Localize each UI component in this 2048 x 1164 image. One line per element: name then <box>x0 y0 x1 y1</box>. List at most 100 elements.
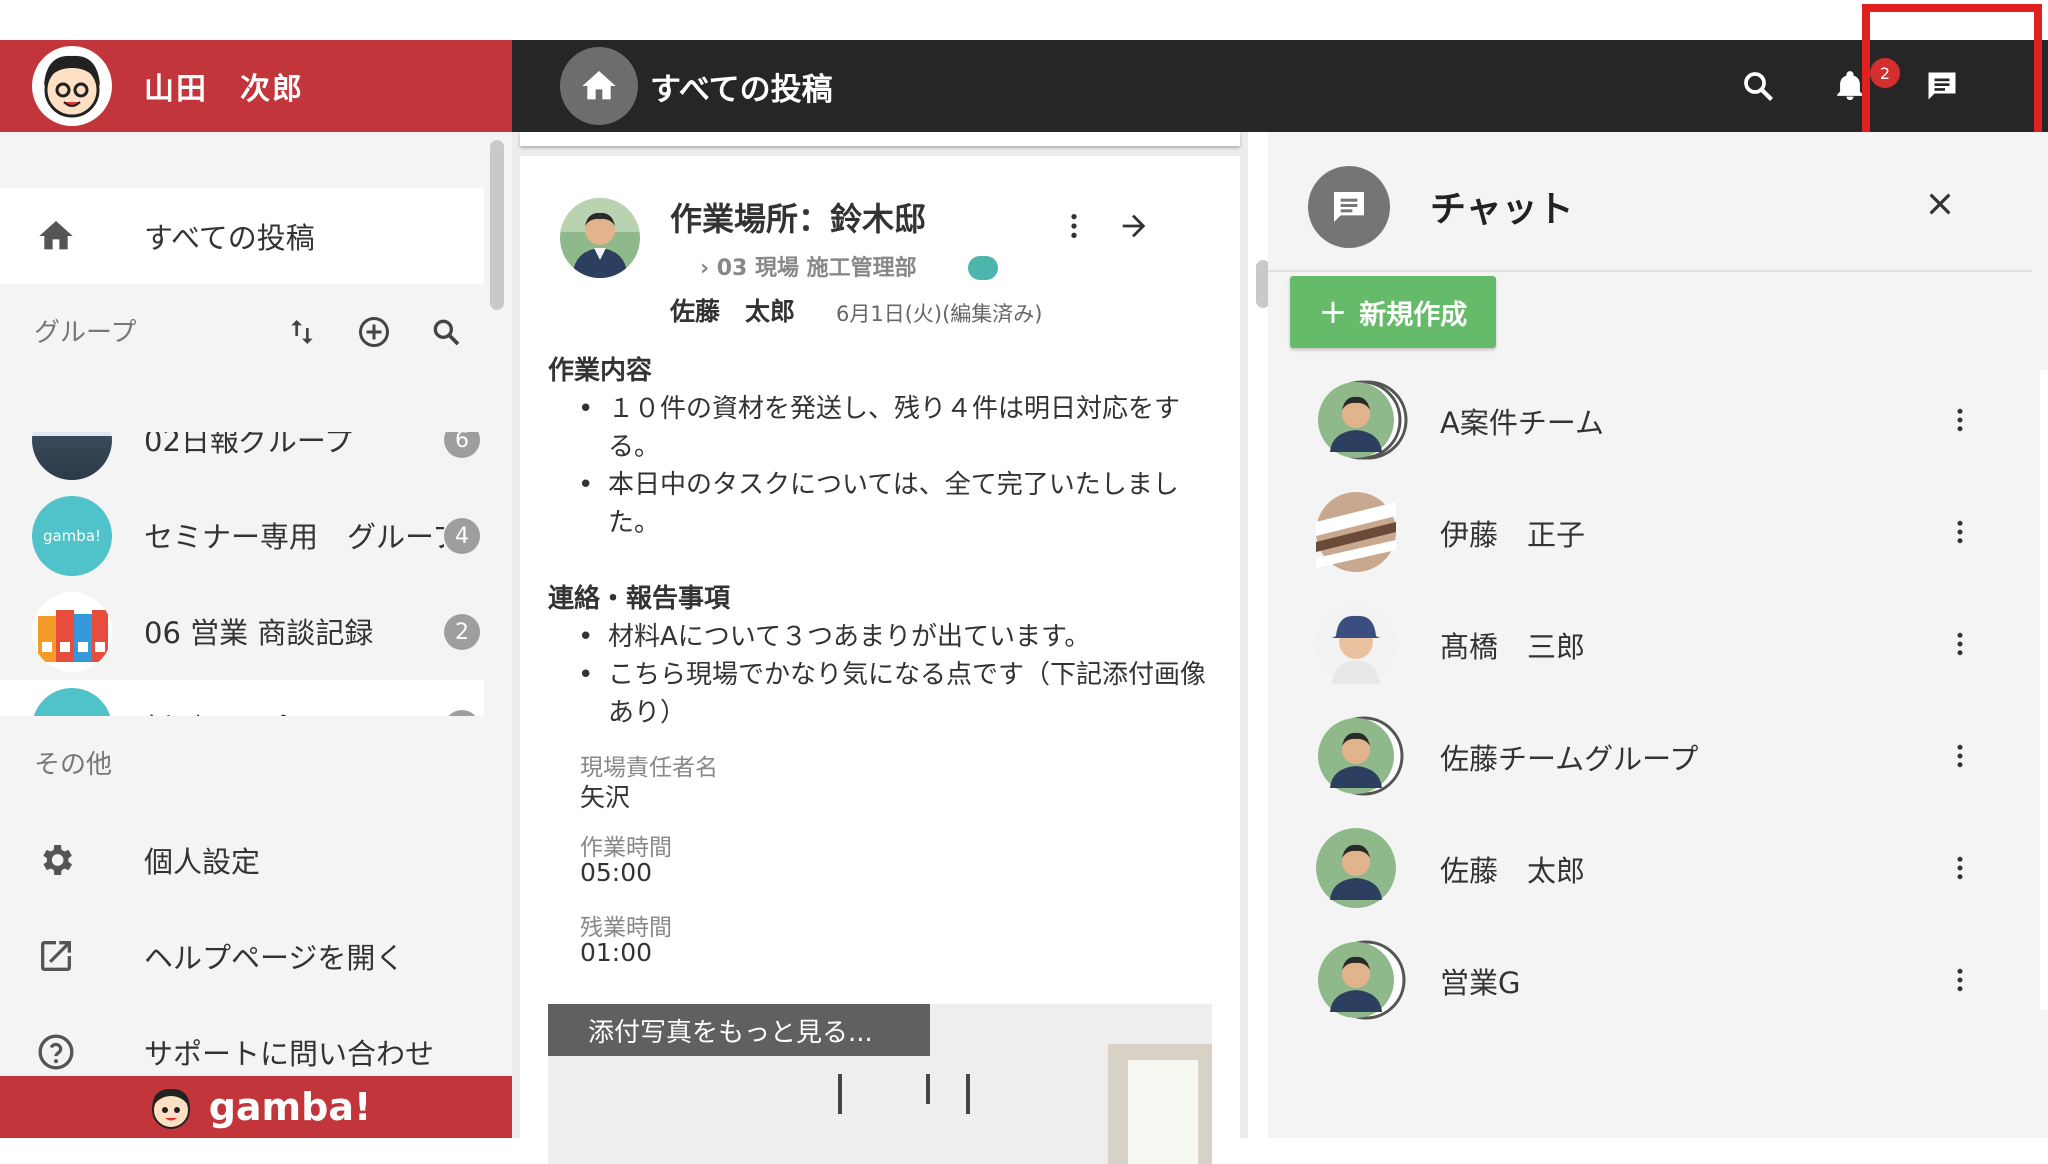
sidebar-item-all-posts[interactable]: すべての投稿 <box>0 188 484 284</box>
list-item: １０件の資材を発送し、残り４件は明日対応をする。 <box>578 390 1208 466</box>
list-item: 材料Aについて３つあまりが出ています。 <box>578 618 1208 656</box>
more-vert-icon[interactable] <box>1936 620 1984 668</box>
external-link-icon <box>34 934 78 978</box>
new-chat-label: 新規作成 <box>1359 299 1468 331</box>
group-avatar <box>32 688 112 716</box>
chat-room-name: 佐藤 太郎 <box>1440 854 1586 888</box>
chat-room-item[interactable]: 営業G <box>1268 924 2032 1036</box>
top-bar: すべての投稿 <box>512 40 2048 132</box>
more-vert-icon[interactable] <box>1936 732 1984 780</box>
brand-name: gamba! <box>208 1085 372 1129</box>
sidebar-item-label: ヘルプページを開く <box>144 941 405 975</box>
report-list: 材料Aについて３つあまりが出ています。 こちら現場でかなり気になる点です（下記添… <box>578 618 1208 732</box>
group-name: 02日報グループ <box>144 432 354 458</box>
sidebar-scrollbar[interactable] <box>490 140 504 310</box>
field-label: 残業時間 <box>580 915 672 941</box>
post-author: 佐藤 太郎 <box>670 297 796 326</box>
brand-footer: gamba! <box>0 1076 512 1138</box>
search-icon[interactable] <box>1734 62 1782 110</box>
chat-panel: チャット + 新規作成 A案件チーム 伊藤 正子 髙橋 三郎 佐藤チームグループ… <box>1268 132 2048 1138</box>
sidebar-item-label: サポートに問い合わせ <box>144 1037 435 1071</box>
chat-room-name: 髙橋 三郎 <box>1440 630 1586 664</box>
chat-icon <box>1308 166 1390 248</box>
post-date: 6月1日(火)(編集済み) <box>836 302 1043 326</box>
sort-icon[interactable] <box>278 308 326 356</box>
help-icon <box>34 1030 78 1074</box>
previous-post-edge <box>520 132 1240 146</box>
post-feed: 作業場所：鈴木邸 › 03 現場 施工管理部 佐藤 太郎 6月1日(火)(編集済… <box>512 132 1248 1164</box>
status-tag <box>968 256 998 280</box>
other-section-label: その他 <box>34 750 113 780</box>
search-groups-icon[interactable] <box>422 308 470 356</box>
post-body: 作業内容 １０件の資材を発送し、残り４件は明日対応をする。 本日中のタスクについ… <box>548 352 1208 732</box>
see-more-photos-button[interactable]: 添付写真をもっと見る... <box>548 1004 930 1056</box>
chat-room-avatar <box>1316 604 1396 684</box>
chat-room-item[interactable]: A案件チーム <box>1268 364 2032 476</box>
new-chat-button[interactable]: + 新規作成 <box>1290 276 1496 348</box>
chat-room-avatar <box>1316 940 1406 1020</box>
page-title: すべての投稿 <box>650 71 833 108</box>
group-count-badge: 6 <box>444 432 480 458</box>
list-item: こちら現場でかなり気になる点です（下記添付画像あり） <box>578 656 1208 732</box>
user-name: 山田 次郎 <box>144 72 304 107</box>
chat-room-item[interactable]: 佐藤 太郎 <box>1268 812 2032 924</box>
chat-room-avatar <box>1316 716 1404 796</box>
more-vert-icon[interactable] <box>1936 508 1984 556</box>
arrow-right-icon[interactable] <box>1110 202 1158 250</box>
chat-room-item[interactable]: 佐藤チームグループ <box>1268 700 2032 812</box>
more-vert-icon[interactable] <box>1936 844 1984 892</box>
chat-room-name: A案件チーム <box>1440 406 1604 440</box>
plus-icon: + <box>1318 292 1348 332</box>
chat-header: チャット <box>1268 132 2032 272</box>
sidebar-item-settings[interactable]: 個人設定 <box>0 812 484 908</box>
group-avatar <box>32 432 112 480</box>
user-bar: 山田 次郎 <box>0 40 512 132</box>
chat-room-item[interactable]: 伊藤 正子 <box>1268 476 2032 588</box>
group-item[interactable]: 新グループ 2 <box>0 680 484 716</box>
chat-room-avatar <box>1316 828 1396 908</box>
group-avatar <box>32 592 112 672</box>
group-count-badge: 2 <box>444 710 480 716</box>
field-value: 05:00 <box>580 858 653 887</box>
list-item: 本日中のタスクについては、全て完了いたしました。 <box>578 466 1208 542</box>
section-heading: 作業内容 <box>548 356 653 386</box>
brand-mascot-icon <box>151 1088 190 1129</box>
home-icon <box>34 214 78 258</box>
chat-room-avatar <box>1316 492 1396 572</box>
group-item[interactable]: 06 営業 商談記録 2 <box>0 584 484 680</box>
sidebar-item-help-page[interactable]: ヘルプページを開く <box>0 908 484 1004</box>
section-heading: 連絡・報告事項 <box>548 584 731 614</box>
group-item[interactable]: 02日報グループ 6 <box>0 432 484 488</box>
sidebar-item-label: すべての投稿 <box>144 221 315 255</box>
chat-room-avatar <box>1316 380 1408 460</box>
post-title: 作業場所：鈴木邸 <box>670 200 927 238</box>
more-vert-icon[interactable] <box>1050 202 1098 250</box>
close-icon[interactable] <box>1916 180 1964 228</box>
chat-room-name: 伊藤 正子 <box>1440 518 1586 552</box>
group-item[interactable]: gamba! セミナー専用 グループ 4 <box>0 488 484 584</box>
more-vert-icon[interactable] <box>1936 396 1984 444</box>
field-value: 矢沢 <box>580 783 631 812</box>
group-count-badge: 4 <box>444 518 480 554</box>
post-category[interactable]: › 03 現場 施工管理部 <box>700 250 917 282</box>
group-name: セミナー専用 グループ <box>144 520 444 554</box>
chat-room-name: 佐藤チームグループ <box>1440 742 1699 776</box>
more-vert-icon[interactable] <box>1936 956 1984 1004</box>
sidebar-item-label: 個人設定 <box>144 845 261 879</box>
home-icon[interactable] <box>560 47 638 125</box>
field-value: 01:00 <box>580 938 653 967</box>
author-avatar[interactable] <box>560 198 640 278</box>
attached-photo[interactable]: 添付写真をもっと見る... <box>548 1004 1212 1164</box>
group-avatar: gamba! <box>32 496 112 576</box>
field-label: 現場責任者名 <box>580 755 718 781</box>
user-avatar[interactable] <box>32 46 112 126</box>
chat-room-item[interactable]: 髙橋 三郎 <box>1268 588 2032 700</box>
group-section-label: グループ <box>34 318 137 348</box>
group-name: 新グループ <box>144 706 444 716</box>
add-group-icon[interactable] <box>350 308 398 356</box>
group-list: 02日報グループ 6 gamba! セミナー専用 グループ 4 06 営業 商談… <box>0 432 484 716</box>
group-count-badge: 2 <box>444 614 480 650</box>
group-name: 06 営業 商談記録 <box>144 616 374 650</box>
gear-icon <box>34 838 78 882</box>
sidebar: すべての投稿 グループ 02日報グループ 6 gamba! セミナー専用 グルー… <box>0 132 512 1116</box>
